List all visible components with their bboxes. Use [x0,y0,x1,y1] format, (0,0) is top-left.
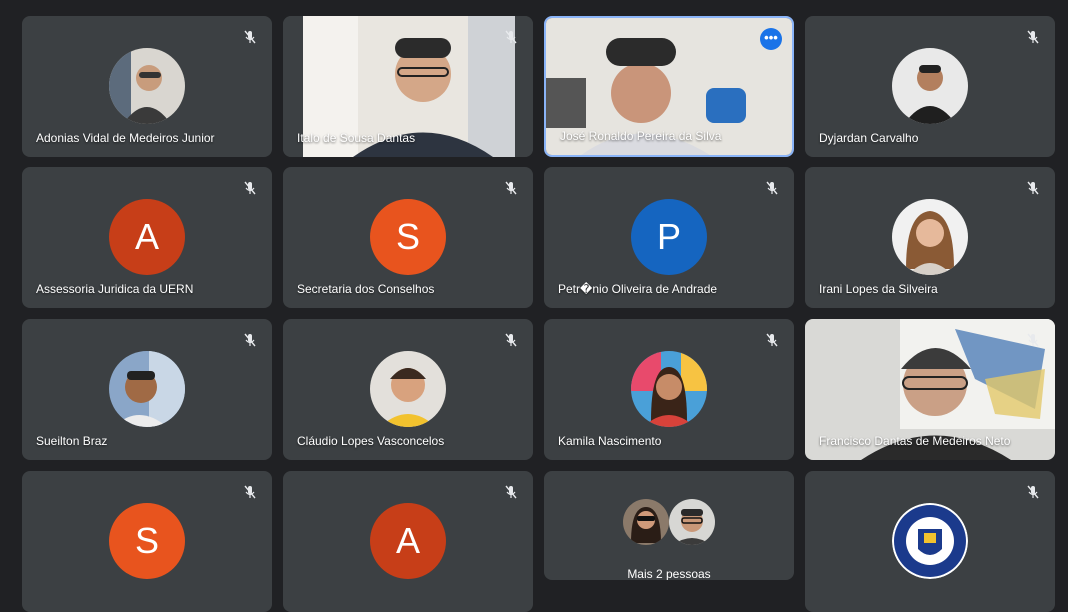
participant-tile[interactable]: Italo de Sousa Dantas [283,16,533,157]
participant-initial-avatar: A [370,503,446,579]
participant-name: Secretaria dos Conselhos [297,282,435,296]
mic-off-icon [244,181,256,195]
participant-tile[interactable]: Kamila Nascimento [544,319,794,460]
participant-tile[interactable] [805,471,1055,612]
participant-avatar [109,351,185,427]
participant-name: Francisco Dantas de Medeiros Neto [819,434,1011,448]
participant-tile[interactable]: Irani Lopes da Silveira [805,167,1055,308]
more-options-icon[interactable]: ••• [760,28,782,50]
mic-off-icon [244,333,256,347]
participant-avatar [370,351,446,427]
mic-off-icon [244,30,256,44]
participant-tile[interactable]: A Assessoria Juridica da UERN [22,167,272,308]
mic-off-icon [766,181,778,195]
participant-initial-avatar: S [370,199,446,275]
mic-off-icon [244,485,256,499]
participant-tile[interactable]: S Secretaria dos Conselhos [283,167,533,308]
participant-tile[interactable]: Adonias Vidal de Medeiros Junior [22,16,272,157]
participant-name: Sueilton Braz [36,434,108,448]
mic-off-icon [505,181,517,195]
mic-off-icon [1027,30,1039,44]
participant-name: Kamila Nascimento [558,434,662,448]
participant-avatar [892,48,968,124]
participant-tile[interactable]: Francisco Dantas de Medeiros Neto [805,319,1055,460]
mic-off-icon [505,30,517,44]
participant-initial-avatar: P [631,199,707,275]
mic-off-icon [1027,485,1039,499]
participant-name: Irani Lopes da Silveira [819,282,938,296]
mic-off-icon [505,485,517,499]
institution-logo [892,503,968,579]
participant-name: Adonias Vidal de Medeiros Junior [36,131,215,145]
participant-tile[interactable]: Dyjardan Carvalho [805,16,1055,157]
participant-grid: Adonias Vidal de Medeiros Junior Italo d… [0,0,1068,612]
mic-off-icon [1027,333,1039,347]
mic-off-icon [1027,181,1039,195]
participant-name: Assessoria Juridica da UERN [36,282,194,296]
participant-avatar [623,499,669,545]
participant-name: Petr�nio Oliveira de Andrade [558,282,718,296]
participant-tile[interactable]: Sueilton Braz [22,319,272,460]
more-participants-tile[interactable]: Mais 2 pessoas [544,471,794,580]
participant-avatar [669,499,715,545]
participant-tile[interactable]: P Petr�nio Oliveira de Andrade [544,167,794,308]
participant-tile[interactable]: Cláudio Lopes Vasconcelos [283,319,533,460]
participant-name: Dyjardan Carvalho [819,131,919,145]
participant-avatar [631,351,707,427]
participant-initial-avatar: S [109,503,185,579]
participant-name: José Ronaldo Pereira da Silva [560,129,722,143]
participant-name: Italo de Sousa Dantas [297,131,416,145]
participant-tile[interactable]: A [283,471,533,612]
participant-tile-active-speaker[interactable]: ••• José Ronaldo Pereira da Silva [544,16,794,157]
participant-tile[interactable]: S [22,471,272,612]
more-participants-label: Mais 2 pessoas [627,567,711,580]
participant-initial-avatar: A [109,199,185,275]
participant-avatar [109,48,185,124]
participant-avatar [892,199,968,275]
participant-name: Cláudio Lopes Vasconcelos [297,434,445,448]
mic-off-icon [766,333,778,347]
mic-off-icon [505,333,517,347]
